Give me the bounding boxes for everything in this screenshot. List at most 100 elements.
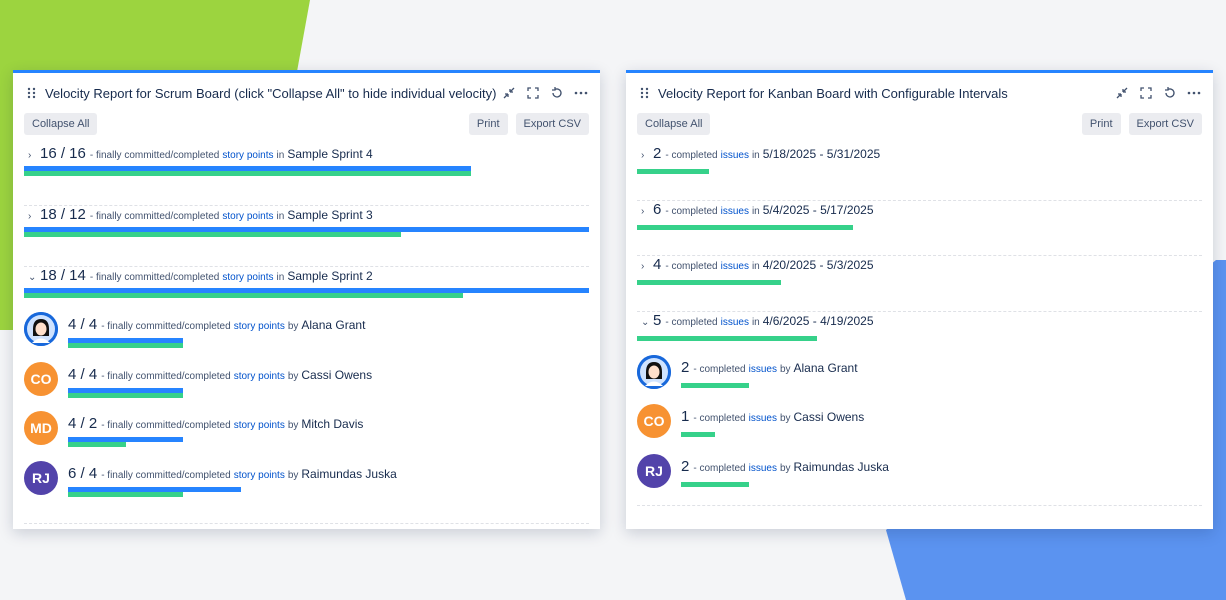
user-name: Alana Grant [793,360,858,375]
chevron-icon[interactable]: ⌄ [28,272,40,283]
completed-bar [24,232,401,237]
completed-bar [637,280,781,285]
story-points-link[interactable]: story points [234,321,285,332]
collapse-all-button[interactable]: Collapse All [24,113,98,135]
more-icon[interactable] [1187,86,1201,100]
fullscreen-icon[interactable] [1139,86,1153,100]
user-body: 4 / 4- finally committed/completed story … [68,312,365,348]
issues-link[interactable]: issues [721,317,749,328]
refresh-icon[interactable] [550,86,564,100]
export-csv-button[interactable]: Export CSV [515,113,589,135]
user-by: by [779,462,791,474]
chevron-icon[interactable]: ⌄ [641,317,653,328]
user-header: 2- completed issues by Alana Grant [681,359,858,377]
chevron-icon[interactable]: › [641,261,653,272]
interval-header[interactable]: ⌄ 5- completed issues in 4/6/2025 - 4/19/202… [637,312,1202,330]
user-name: Raimundas Juska [793,459,889,474]
fullscreen-icon[interactable] [526,86,540,100]
user-row: 4 / 4- finally committed/completed story … [24,312,589,362]
user-body: 1- completed issues by Cassi Owens [681,404,864,437]
collapse-all-button[interactable]: Collapse All [637,113,711,135]
avatar-portrait-icon [24,312,58,346]
interval-value: 2 [653,145,662,162]
sprint-header[interactable]: › 16 / 16- finally committed/completed sto… [24,145,589,163]
story-points-link[interactable]: story points [222,211,273,222]
user-by: by [287,370,299,382]
issues-link[interactable]: issues [749,364,777,375]
user-body: 2- completed issues by Alana Grant [681,355,858,388]
interval-name: 4/6/2025 - 4/19/2025 [762,313,874,328]
sprint-value: 16 / 16 [40,145,86,162]
user-desc: - completed [693,462,746,474]
user-header: 4 / 2- finally committed/completed story … [68,415,363,433]
completed-bar [681,481,749,487]
user-desc: - finally committed/completed [101,370,231,382]
panel-title: Velocity Report for Kanban Board with Co… [658,85,1008,101]
story-points-link[interactable]: story points [234,420,285,431]
interval-desc: - completed [665,316,718,328]
user-row: CO 1- completed issues by Cassi Owens [637,404,1202,454]
issues-link[interactable]: issues [721,206,749,217]
sprint-value: 18 / 14 [40,267,86,284]
avatar-portrait-icon [637,354,671,389]
print-button[interactable]: Print [468,113,508,135]
issues-link[interactable]: issues [721,261,749,272]
minimize-icon[interactable] [1115,86,1129,100]
user-row: 2- completed issues by Alana Grant [637,354,1202,405]
minimize-icon[interactable] [502,86,516,100]
interval-group: › 2- completed issues in 5/18/2025 - 5/31/20… [637,145,1202,201]
user-name: Mitch Davis [301,417,364,431]
issues-link[interactable]: issues [749,463,777,474]
issues-link[interactable]: issues [749,413,777,424]
user-header: 2- completed issues by Raimundas Juska [681,458,889,476]
user-name: Alana Grant [301,318,366,332]
chevron-icon[interactable]: › [28,211,40,222]
drag-handle-icon[interactable] [640,87,650,99]
user-desc: - finally committed/completed [101,469,231,481]
completed-bar [681,432,715,437]
sprint-value: 18 / 12 [40,206,86,223]
user-value: 1 [681,408,690,425]
user-by: by [287,469,299,481]
drag-handle-icon[interactable] [27,87,37,99]
user-value: 2 [681,358,690,376]
print-button[interactable]: Print [1081,113,1121,135]
interval-group: › 6- completed issues in 5/4/2025 - 5/17/202… [637,201,1202,256]
completed-bar [637,169,709,174]
more-icon[interactable] [574,86,588,100]
interval-group: › 4- completed issues in 4/20/2025 - 5/3/202… [637,256,1202,312]
story-points-link[interactable]: story points [222,272,273,283]
avatar: CO [24,361,58,396]
avatar: RJ [637,453,671,488]
interval-in: in [751,316,760,328]
story-points-link[interactable]: story points [234,470,285,481]
chevron-icon[interactable]: › [641,150,653,161]
interval-header[interactable]: › 2- completed issues in 5/18/2025 - 5/31/20… [637,145,1202,163]
interval-value: 5 [653,311,662,329]
interval-header[interactable]: › 6- completed issues in 5/4/2025 - 5/17/202… [637,201,1202,219]
user-value: 2 [681,457,690,475]
export-csv-button[interactable]: Export CSV [1128,113,1202,135]
chevron-icon[interactable]: › [641,206,653,217]
sprint-header[interactable]: ⌄ 18 / 14- finally committed/completed sto… [24,267,589,285]
story-points-link[interactable]: story points [222,150,273,161]
avatar [24,312,58,346]
chevron-icon[interactable]: › [28,150,40,161]
interval-name: 5/4/2025 - 5/17/2025 [762,202,874,217]
panel-header: Velocity Report for Scrum Board (click "… [13,73,600,113]
completed-bar [637,224,853,230]
sprint-group: ⌄ 18 / 14- finally committed/completed sto… [24,267,589,298]
user-body: 2- completed issues by Raimundas Juska [681,454,889,487]
sprint-group: › 16 / 16- finally committed/completed sto… [24,145,589,206]
user-desc: - finally committed/completed [101,321,231,332]
story-points-link[interactable]: story points [234,371,285,382]
interval-header[interactable]: › 4- completed issues in 4/20/2025 - 5/3/202… [637,256,1202,274]
sprint-name: Sample Sprint 4 [287,147,373,161]
issues-link[interactable]: issues [721,150,749,161]
completed-bar [68,343,183,348]
interval-in: in [751,205,760,217]
user-body: 4 / 2- finally committed/completed story … [68,411,363,447]
sprint-header[interactable]: › 18 / 12- finally committed/completed sto… [24,206,589,224]
interval-desc: - completed [665,150,718,161]
refresh-icon[interactable] [1163,86,1177,100]
